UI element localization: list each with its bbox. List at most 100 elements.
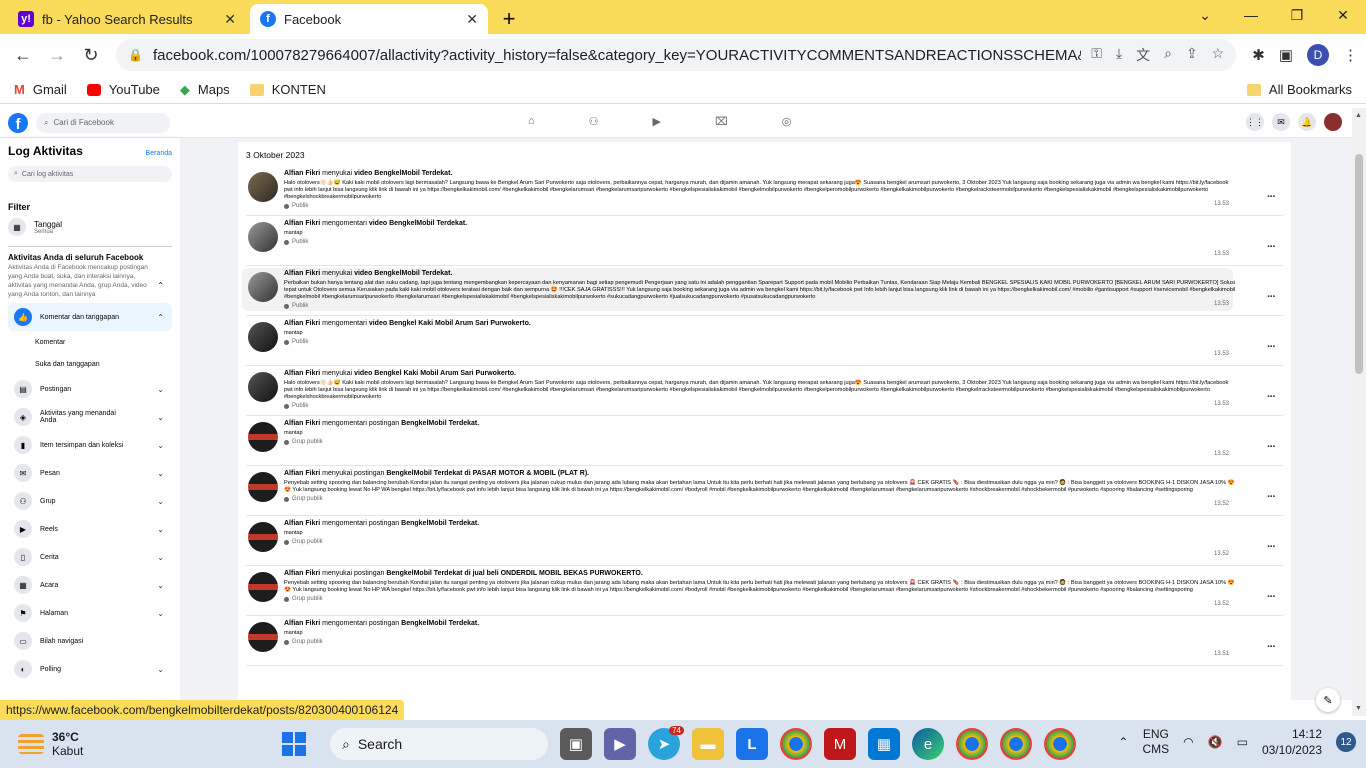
activity-entry[interactable]: Alfian Fikri mengomentari postingan Beng… xyxy=(246,416,1283,466)
entry-object[interactable]: BengkelMobil Terdekat. xyxy=(401,520,479,527)
l-app-icon[interactable]: L xyxy=(736,728,768,760)
maximize-button[interactable]: ❐ xyxy=(1274,0,1320,30)
entry-object[interactable]: BengkelMobil Terdekat. xyxy=(401,420,479,427)
entry-actor[interactable]: Alfian Fikri xyxy=(284,570,320,577)
scrollbar-thumb[interactable] xyxy=(1355,154,1363,374)
notifications-bell-icon[interactable]: 🔔 xyxy=(1298,113,1316,131)
entry-object[interactable]: BengkelMobil Terdekat. xyxy=(401,620,479,627)
friends-icon[interactable]: ⚇ xyxy=(589,115,599,128)
activity-entry[interactable]: Alfian Fikri mengomentari postingan Beng… xyxy=(246,516,1283,566)
entry-thumbnail[interactable] xyxy=(248,522,278,552)
more-options-icon[interactable]: ··· xyxy=(1267,341,1276,353)
wifi-icon[interactable]: ◠ xyxy=(1183,735,1193,749)
chevron-up-icon[interactable]: ⌃ xyxy=(1118,735,1128,749)
tab-yahoo[interactable]: y! fb - Yahoo Search Results ✕ xyxy=(8,4,246,34)
notification-badge[interactable]: 12 xyxy=(1336,732,1356,752)
sidebar-item-polls[interactable]: ◐ Polling ⌄ xyxy=(8,655,172,683)
more-options-icon[interactable]: ··· xyxy=(1267,191,1276,203)
page-scrollbar[interactable]: ▲ ▼ xyxy=(1352,108,1366,716)
new-message-button[interactable]: ✎ xyxy=(1316,688,1340,712)
teams-chat-icon[interactable]: ▶ xyxy=(604,728,636,760)
home-link[interactable]: Beranda xyxy=(146,150,172,157)
scroll-down-icon[interactable]: ▼ xyxy=(1355,705,1362,712)
entry-thumbnail[interactable] xyxy=(248,322,278,352)
minimize-button[interactable]: — xyxy=(1228,0,1274,30)
sidebar-item-groups[interactable]: ⚇ Grup ⌄ xyxy=(8,487,172,515)
translate-icon[interactable]: 文 xyxy=(1136,45,1150,65)
facebook-search-input[interactable]: ⌕ Cari di Facebook xyxy=(36,112,170,133)
more-options-icon[interactable]: ··· xyxy=(1267,491,1276,503)
sidebar-item-tagged[interactable]: ◈ Aktivitas yang menandai Anda ⌄ xyxy=(8,403,172,431)
entry-actor[interactable]: Alfian Fikri xyxy=(284,170,320,177)
account-avatar[interactable] xyxy=(1324,113,1342,131)
bookmark-gmail[interactable]: M Gmail xyxy=(14,82,67,97)
side-panel-icon[interactable]: ▣ xyxy=(1279,46,1293,64)
date-filter[interactable]: ▦ Tanggal Semua xyxy=(8,218,172,236)
chrome-icon[interactable] xyxy=(780,728,812,760)
bookmark-youtube[interactable]: YouTube xyxy=(86,82,160,97)
facebook-logo-icon[interactable]: f xyxy=(8,112,28,133)
activity-entry[interactable]: Alfian Fikri menyukai video Bengkel Kaki… xyxy=(246,366,1283,416)
activity-entry[interactable]: Alfian Fikri mengomentari postingan Beng… xyxy=(246,616,1283,666)
more-options-icon[interactable]: ··· xyxy=(1267,441,1276,453)
more-options-icon[interactable]: ··· xyxy=(1267,641,1276,653)
bookmark-maps[interactable]: ◆ Maps xyxy=(180,82,230,98)
activity-entry[interactable]: Alfian Fikri menyukai postingan BengkelM… xyxy=(246,566,1283,616)
chrome-profile-icon[interactable] xyxy=(1000,728,1032,760)
sidebar-subitem-comments[interactable]: Komentar xyxy=(8,331,172,353)
back-button[interactable]: ← xyxy=(8,40,38,70)
entry-actor[interactable]: Alfian Fikri xyxy=(284,620,320,627)
forward-button[interactable]: → xyxy=(42,40,72,70)
entry-thumbnail[interactable] xyxy=(248,622,278,652)
entry-object[interactable]: video Bengkel Kaki Mobil Arum Sari Purwo… xyxy=(354,370,516,377)
sidebar-item-messages[interactable]: ✉ Pesan ⌄ xyxy=(8,459,172,487)
more-options-icon[interactable]: ··· xyxy=(1267,541,1276,553)
password-key-icon[interactable]: ⚿ xyxy=(1091,45,1102,65)
file-explorer-icon[interactable]: ▬ xyxy=(692,728,724,760)
battery-icon[interactable]: ▭ xyxy=(1237,735,1248,749)
site-info-icon[interactable]: 🔒 xyxy=(128,48,143,62)
close-icon[interactable]: ✕ xyxy=(224,11,236,28)
install-icon[interactable]: ⤓ xyxy=(1116,45,1122,65)
microsoft-store-icon[interactable]: ▦ xyxy=(868,728,900,760)
sidebar-item-pages[interactable]: ⚑ Halaman ⌄ xyxy=(8,599,172,627)
mcafee-icon[interactable]: M xyxy=(824,728,856,760)
windows-start-icon[interactable] xyxy=(282,732,306,756)
entry-actor[interactable]: Alfian Fikri xyxy=(284,220,320,227)
activity-entry[interactable]: Alfian Fikri menyukai video BengkelMobil… xyxy=(242,266,1283,316)
menu-kebab-icon[interactable]: ⋮ xyxy=(1343,46,1358,64)
all-bookmarks[interactable]: All Bookmarks xyxy=(1246,82,1352,97)
entry-thumbnail[interactable] xyxy=(248,372,278,402)
more-options-icon[interactable]: ··· xyxy=(1267,591,1276,603)
marketplace-icon[interactable]: ⌧ xyxy=(715,115,728,128)
zoom-icon[interactable]: ⌕ xyxy=(1164,45,1172,65)
entry-object[interactable]: video BengkelMobil Terdekat. xyxy=(354,270,452,277)
entry-object[interactable]: video Bengkel Kaki Mobil Arum Sari Purwo… xyxy=(369,320,531,327)
telegram-icon[interactable]: ➤ 74 xyxy=(648,726,684,760)
sidebar-item-posts[interactable]: ▤ Postingan ⌄ xyxy=(8,375,172,403)
activity-section-header[interactable]: Aktivitas Anda di seluruh Facebook Aktiv… xyxy=(8,253,172,299)
menu-grid-icon[interactable]: ⋮⋮ xyxy=(1246,113,1264,131)
entry-thumbnail[interactable] xyxy=(248,222,278,252)
task-view-icon[interactable]: ▣ xyxy=(560,728,592,760)
volume-muted-icon[interactable]: 🔇 xyxy=(1208,735,1223,749)
sidebar-item-stories[interactable]: ▯ Cerita ⌄ xyxy=(8,543,172,571)
sidebar-item-saved[interactable]: ▮ Item tersimpan dan koleksi ⌄ xyxy=(8,431,172,459)
share-icon[interactable]: ⇪ xyxy=(1186,45,1198,65)
entry-thumbnail[interactable] xyxy=(248,472,278,502)
gaming-icon[interactable]: ◎ xyxy=(782,115,792,128)
weather-widget[interactable]: 36°C Kabut xyxy=(0,730,200,758)
entry-actor[interactable]: Alfian Fikri xyxy=(284,420,320,427)
entry-thumbnail[interactable] xyxy=(248,272,278,302)
entry-thumbnail[interactable] xyxy=(248,572,278,602)
entry-actor[interactable]: Alfian Fikri xyxy=(284,470,320,477)
more-options-icon[interactable]: ··· xyxy=(1267,391,1276,403)
messenger-icon[interactable]: ✉ xyxy=(1272,113,1290,131)
clock[interactable]: 14:12 03/10/2023 xyxy=(1262,726,1322,758)
activity-entry[interactable]: Alfian Fikri mengomentari video Bengkel … xyxy=(246,316,1283,366)
close-window-button[interactable]: ✕ xyxy=(1320,0,1366,30)
chrome-profile-icon[interactable] xyxy=(1044,728,1076,760)
sidebar-item-navbar[interactable]: ▭ Bilah navigasi xyxy=(8,627,172,655)
profile-avatar[interactable]: D xyxy=(1307,44,1329,66)
sidebar-item-reels[interactable]: ▶ Reels ⌄ xyxy=(8,515,172,543)
